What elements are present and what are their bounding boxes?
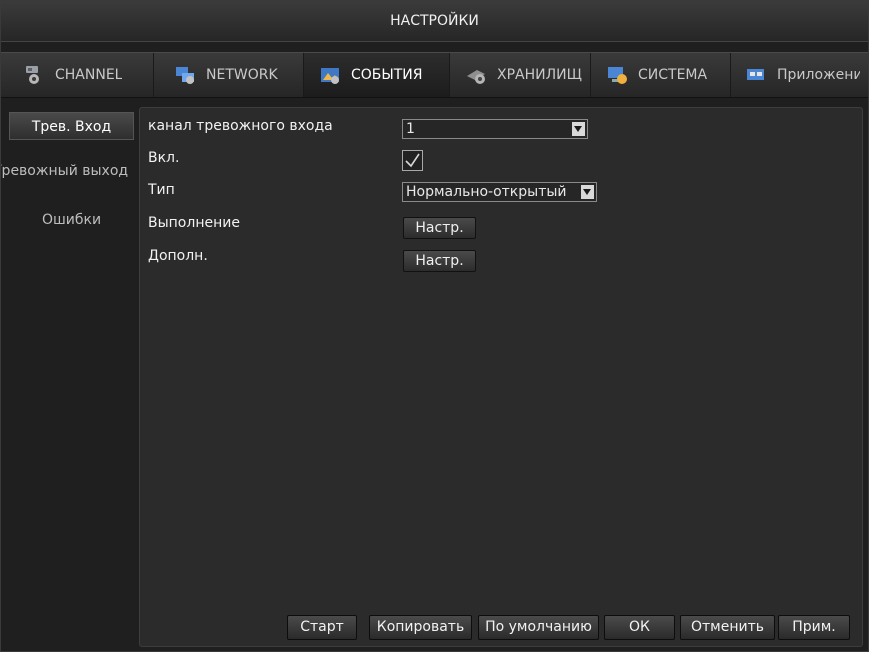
tab-channel[interactable]: CHANNEL (1, 53, 154, 97)
chevron-down-icon (581, 185, 594, 199)
checkmark-icon (405, 153, 420, 168)
channel-select[interactable]: 1 (402, 119, 588, 139)
type-label: Тип (148, 182, 175, 198)
apps-icon (747, 69, 764, 80)
start-button[interactable]: Старт (287, 615, 357, 640)
sidebar-item-alarm-output[interactable]: Тревожный выход (1, 157, 134, 185)
copy-button[interactable]: Копировать (369, 615, 472, 640)
extra-settings-button[interactable]: Настр. (403, 250, 476, 272)
system-icon (608, 67, 627, 84)
events-icon (321, 68, 339, 84)
extra-label: Дополн. (148, 248, 208, 264)
tab-apps[interactable]: Приложени (731, 53, 868, 97)
tab-label: CHANNEL (55, 67, 123, 83)
default-button[interactable]: По умолчанию (478, 615, 599, 640)
tab-label: Приложени (777, 67, 860, 83)
window-title: НАСТРОЙКИ (1, 1, 868, 42)
type-select[interactable]: Нормально-открытый (402, 182, 597, 202)
tab-label: СОБЫТИЯ (351, 67, 423, 83)
settings-window: НАСТРОЙКИ CHANNEL NETWORK СОБЫТИЯ ХРАНИЛ… (0, 0, 869, 652)
alarm-input-panel: канал тревожного входа 1 Вкл. Тип Нормал… (139, 107, 863, 647)
cancel-button[interactable]: Отменить (680, 615, 775, 640)
tab-system[interactable]: СИСТЕМА (591, 53, 731, 97)
tab-network[interactable]: NETWORK (154, 53, 304, 97)
camera-gear-icon (26, 66, 39, 84)
storage-icon (467, 70, 485, 84)
sidebar-item-alarm-input[interactable]: Трев. Вход (9, 112, 134, 140)
tab-label: NETWORK (206, 67, 278, 83)
channel-label: канал тревожного входа (148, 118, 333, 134)
exec-label: Выполнение (148, 215, 240, 231)
tab-events[interactable]: СОБЫТИЯ (304, 53, 450, 97)
exec-settings-button[interactable]: Настр. (403, 217, 476, 239)
tab-label: СИСТЕМА (638, 67, 708, 83)
tab-label: ХРАНИЛИЩЕ (497, 67, 582, 83)
channel-value: 1 (406, 121, 415, 137)
sidebar-item-errors[interactable]: Ошибки (9, 206, 134, 234)
enable-checkbox[interactable] (402, 150, 423, 171)
apply-button[interactable]: Прим. (778, 615, 850, 640)
network-icon (176, 67, 194, 84)
ok-button[interactable]: ОК (604, 615, 675, 640)
tab-bar: CHANNEL NETWORK СОБЫТИЯ ХРАНИЛИЩЕ СИСТЕМ… (1, 52, 868, 98)
type-value: Нормально-открытый (406, 184, 567, 200)
tab-storage[interactable]: ХРАНИЛИЩЕ (450, 53, 591, 97)
chevron-down-icon (572, 122, 585, 136)
sidebar: Трев. Вход Тревожный выход Ошибки (1, 105, 136, 650)
enable-label: Вкл. (148, 150, 180, 166)
